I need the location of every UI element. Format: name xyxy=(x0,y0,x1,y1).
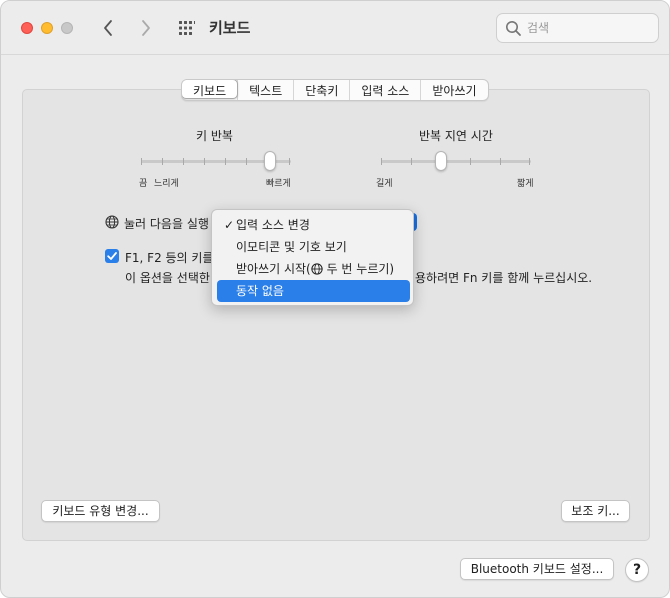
repeat-delay-tick xyxy=(470,158,471,165)
title-bar: 키보드 xyxy=(1,1,669,55)
bluetooth-keyboard-setup-button[interactable]: Bluetooth 키보드 설정... xyxy=(460,558,614,580)
minimize-window-button[interactable] xyxy=(41,22,53,34)
tab-shortcuts[interactable]: 단축키 xyxy=(293,80,349,100)
repeat-delay-tick xyxy=(411,158,412,165)
close-window-button[interactable] xyxy=(21,22,33,34)
globe-key-menu: ✓ 입력 소스 변경 이모티콘 및 기호 보기 받아쓰기 시작( 두 번 누르기… xyxy=(211,209,414,306)
checkmark-icon xyxy=(107,252,117,260)
window-title: 키보드 xyxy=(209,19,251,37)
repeat-delay-title: 반복 지연 시간 xyxy=(419,129,493,143)
repeat-delay-slider[interactable] xyxy=(381,151,531,171)
globe-icon xyxy=(311,263,323,275)
menu-item-label: 이모티콘 및 기호 보기 xyxy=(236,240,347,254)
forward-button[interactable] xyxy=(133,16,157,40)
key-repeat-knob[interactable] xyxy=(264,151,276,171)
key-repeat-tick xyxy=(183,158,184,165)
show-all-button[interactable] xyxy=(177,18,197,38)
menu-item-label: 입력 소스 변경 xyxy=(236,218,310,232)
zoom-window-button[interactable] xyxy=(61,22,73,34)
repeat-delay-tick xyxy=(529,158,530,165)
fn-option-label: F1, F2 등의 키를 xyxy=(125,251,214,265)
key-repeat-tick xyxy=(162,158,163,165)
repeat-delay-knob[interactable] xyxy=(435,151,447,171)
grid-icon xyxy=(179,21,195,35)
repeat-delay-tick xyxy=(500,158,501,165)
content-panel xyxy=(22,89,650,541)
tab-keyboard[interactable]: 키보드 xyxy=(181,80,239,99)
key-repeat-tick xyxy=(289,158,290,165)
fn-keys-checkbox[interactable] xyxy=(105,249,119,263)
search-input[interactable] xyxy=(527,18,652,38)
globe-key-label: 눌러 다음을 실행 xyxy=(124,217,209,231)
back-button[interactable] xyxy=(97,16,121,40)
tab-bar: 키보드 텍스트 단축키 입력 소스 받아쓰기 xyxy=(181,79,489,101)
tab-input-sources[interactable]: 입력 소스 xyxy=(349,80,420,100)
key-repeat-slow-label: 느리게 xyxy=(154,179,179,189)
menu-item-label: 받아쓰기 시작( xyxy=(236,262,311,276)
key-repeat-tick xyxy=(246,158,247,165)
menu-item-show-emoji[interactable]: 이모티콘 및 기호 보기 xyxy=(217,236,410,258)
menu-item-do-nothing[interactable]: 동작 없음 xyxy=(217,280,410,302)
tab-dictation[interactable]: 받아쓰기 xyxy=(420,80,487,100)
key-repeat-title: 키 반복 xyxy=(196,129,233,143)
change-keyboard-type-button[interactable]: 키보드 유형 변경... xyxy=(41,500,160,522)
chevron-left-icon xyxy=(104,20,112,36)
key-repeat-slider[interactable] xyxy=(141,151,291,171)
tab-text[interactable]: 텍스트 xyxy=(237,80,293,100)
fn-option-description-start: 이 옵션을 선택한 xyxy=(125,271,210,285)
fn-option-description-end: 용하려면 Fn 키를 함께 누르십시오. xyxy=(415,271,593,285)
menu-item-label: 동작 없음 xyxy=(236,284,284,298)
key-repeat-fast-label: 빠르게 xyxy=(266,179,291,189)
key-repeat-tick xyxy=(204,158,205,165)
help-button[interactable]: ? xyxy=(625,558,649,582)
menu-item-label: 두 번 누르기) xyxy=(322,262,395,276)
repeat-delay-short-label: 짧게 xyxy=(517,179,534,189)
key-repeat-off-label: 끔 xyxy=(139,179,148,189)
system-preferences-window: 키보드 키보드 텍스트 단축키 입력 소스 받아쓰기 키 반복 끔 느리게 빠르… xyxy=(0,0,670,598)
key-repeat-tick xyxy=(225,158,226,165)
key-repeat-tick xyxy=(141,158,142,165)
search-field[interactable] xyxy=(496,13,659,43)
repeat-delay-long-label: 길게 xyxy=(376,179,393,189)
repeat-delay-tick xyxy=(381,158,382,165)
menu-item-start-dictation[interactable]: 받아쓰기 시작( 두 번 누르기) xyxy=(217,258,410,280)
globe-icon xyxy=(105,215,119,229)
menu-checkmark: ✓ xyxy=(224,218,235,232)
search-icon xyxy=(506,21,521,36)
menu-item-change-input-source[interactable]: ✓ 입력 소스 변경 xyxy=(217,214,410,236)
chevron-right-icon xyxy=(142,20,150,36)
repeat-delay-track xyxy=(381,160,531,163)
modifier-keys-button[interactable]: 보조 키... xyxy=(561,500,630,522)
